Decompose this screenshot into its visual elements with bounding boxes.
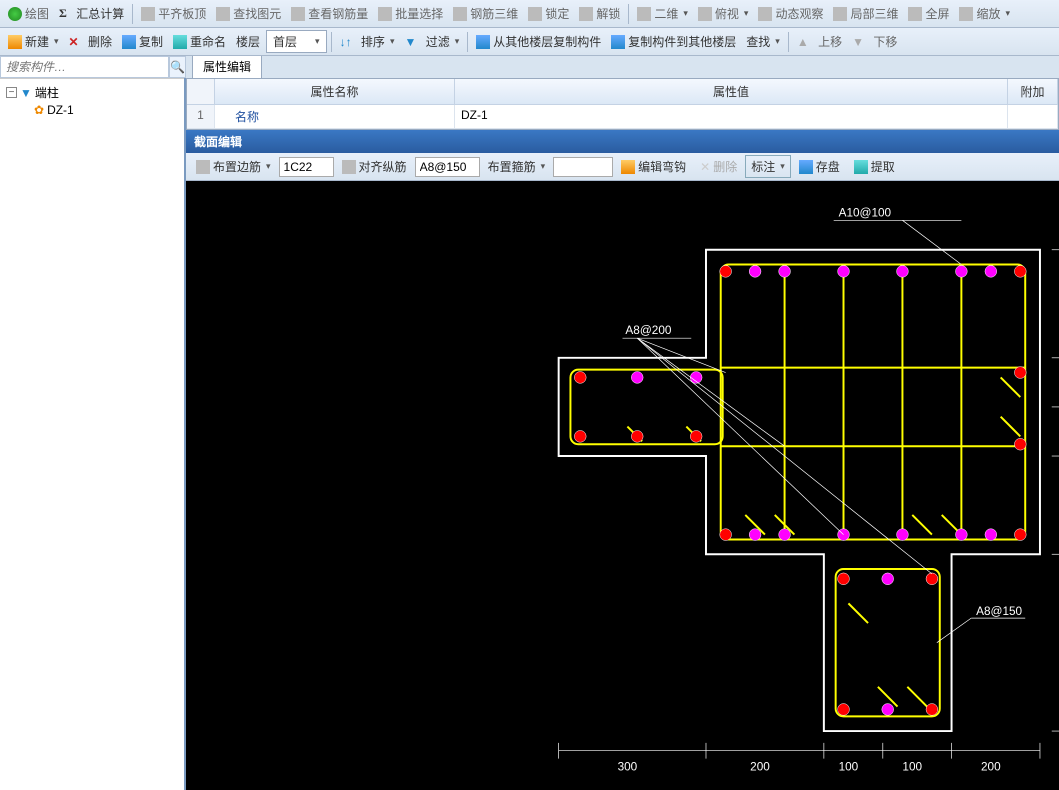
fullscreen-button[interactable]: 全屏 xyxy=(904,3,953,24)
property-tab-strip: 属性编辑 xyxy=(186,56,1059,78)
align-long-input[interactable] xyxy=(415,157,480,177)
hook-icon xyxy=(621,160,635,174)
svg-text:100: 100 xyxy=(902,760,922,773)
import-icon xyxy=(476,35,490,49)
align-icon xyxy=(141,7,155,21)
cube-icon xyxy=(453,7,467,21)
section-canvas[interactable]: A10@100 A8@200 A8@150 200 100 100 200 30… xyxy=(186,181,1059,790)
tree-item-dz1[interactable]: ✿ DZ-1 xyxy=(32,102,180,118)
svg-text:300: 300 xyxy=(618,760,638,773)
move-up-button[interactable]: ▲ 上移 xyxy=(793,31,846,52)
select-icon xyxy=(378,7,392,21)
view-rebar-button[interactable]: 查看钢筋量 xyxy=(287,3,372,24)
label-a8-200: A8@200 xyxy=(625,324,671,337)
stirrup-dropdown[interactable]: 布置箍筋▾ xyxy=(482,155,552,178)
2d-dropdown[interactable]: 二维▾ xyxy=(633,3,692,24)
align-long-button[interactable]: 对齐纵筋 xyxy=(336,155,413,178)
col-index xyxy=(187,79,215,104)
search-button[interactable]: 🔍 xyxy=(169,56,186,78)
batch-select-button[interactable]: 批量选择 xyxy=(374,3,447,24)
orbit-icon xyxy=(758,7,772,21)
persp-dropdown[interactable]: 俯视▾ xyxy=(694,3,753,24)
delete-button[interactable]: ✕ 删除 xyxy=(65,31,116,52)
local-3d-button[interactable]: 局部三维 xyxy=(829,3,902,24)
row-name: 名称 xyxy=(215,105,455,129)
label-a8-150: A8@150 xyxy=(976,605,1022,618)
floor-label: 楼层 xyxy=(232,31,264,52)
rebar-icon xyxy=(291,7,305,21)
zoom-dropdown[interactable]: 缩放▾ xyxy=(955,3,1014,24)
rename-icon xyxy=(173,35,187,49)
persp-icon xyxy=(698,7,712,21)
tree-item-label: DZ-1 xyxy=(47,103,74,117)
edge-rebar-dropdown[interactable]: 布置边筋▾ xyxy=(190,155,277,178)
tree-root-endcolumn[interactable]: − ▼ 端柱 xyxy=(4,83,180,102)
extract-icon xyxy=(854,160,868,174)
section-editor-title: 截面编辑 xyxy=(186,130,1059,153)
row-index: 1 xyxy=(187,105,215,129)
gear-icon: ✿ xyxy=(34,103,44,117)
draw-button[interactable]: 绘图 xyxy=(4,3,53,24)
lock-button[interactable]: 锁定 xyxy=(524,3,573,24)
disk-icon xyxy=(799,160,813,174)
copy-icon xyxy=(122,35,136,49)
save-button[interactable]: 存盘 xyxy=(793,155,846,178)
grid-icon xyxy=(196,160,210,174)
box-icon xyxy=(833,7,847,21)
copy-to-floor-button[interactable]: 复制构件到其他楼层 xyxy=(607,31,740,52)
filter-dropdown[interactable]: ▼ 过滤▾ xyxy=(400,31,463,52)
zoom-icon xyxy=(959,7,973,21)
row-value[interactable]: DZ-1 xyxy=(455,105,1008,129)
dyn-view-button[interactable]: 动态观察 xyxy=(754,3,827,24)
copy-button[interactable]: 复制 xyxy=(118,31,167,52)
extract-button[interactable]: 提取 xyxy=(848,155,901,178)
square-icon xyxy=(637,7,651,21)
col-value: 属性值 xyxy=(455,79,1008,104)
main-toolbar-2: 新建▾ ✕ 删除 复制 重命名 楼层 首层 ▾ ↓↑ 排序▾ ▼ 过滤▾ 从其他… xyxy=(0,28,1059,56)
annotate-dropdown[interactable]: 标注▾ xyxy=(745,155,791,178)
sort-dropdown[interactable]: ↓↑ 排序▾ xyxy=(336,31,399,52)
search-icon xyxy=(216,7,230,21)
copy-from-floor-button[interactable]: 从其他楼层复制构件 xyxy=(472,31,605,52)
svg-text:200: 200 xyxy=(981,760,1001,773)
row-extra xyxy=(1008,105,1058,129)
find-dropdown[interactable]: 查找▾ xyxy=(742,31,784,52)
unlock-icon xyxy=(579,7,593,21)
stirrup-input[interactable] xyxy=(553,157,613,177)
export-icon xyxy=(611,35,625,49)
pencil-icon xyxy=(8,7,22,21)
rename-button[interactable]: 重命名 xyxy=(169,31,230,52)
align-icon xyxy=(342,160,356,174)
move-down-button[interactable]: ▼ 下移 xyxy=(848,31,901,52)
label-a10-100: A10@100 xyxy=(839,206,892,219)
svg-text:100: 100 xyxy=(839,760,859,773)
new-icon xyxy=(8,35,22,49)
lock-icon xyxy=(528,7,542,21)
section-toolbar: 布置边筋▾ 对齐纵筋 布置箍筋▾ 编辑弯钩 ✕删除 标注▾ 存盘 提取 xyxy=(186,153,1059,181)
align-top-button[interactable]: 平齐板顶 xyxy=(137,3,210,24)
search-input[interactable] xyxy=(0,56,169,78)
component-tree-panel: 🔍 − ▼ 端柱 ✿ DZ-1 xyxy=(0,56,186,790)
collapse-icon[interactable]: − xyxy=(6,87,17,98)
first-floor-dropdown[interactable]: 首层 ▾ xyxy=(266,30,327,53)
sumcalc-button[interactable]: Σ 汇总计算 xyxy=(55,3,128,24)
edit-hook-button[interactable]: 编辑弯钩 xyxy=(615,155,692,178)
col-name: 属性名称 xyxy=(215,79,455,104)
col-extra: 附加 xyxy=(1008,79,1058,104)
property-grid: 属性名称 属性值 附加 1 名称 DZ-1 xyxy=(186,78,1059,130)
magnifier-icon: 🔍 xyxy=(170,60,185,74)
main-toolbar-1: 绘图 Σ 汇总计算 平齐板顶 查找图元 查看钢筋量 批量选择 钢筋三维 锁定 解… xyxy=(0,0,1059,28)
fullscreen-icon xyxy=(908,7,922,21)
delete-button[interactable]: ✕删除 xyxy=(694,155,743,178)
rebar-3d-button[interactable]: 钢筋三维 xyxy=(449,3,522,24)
edge-rebar-input[interactable] xyxy=(279,157,334,177)
svg-text:200: 200 xyxy=(750,760,770,773)
property-row[interactable]: 1 名称 DZ-1 xyxy=(187,105,1058,129)
filter-icon: ▼ xyxy=(20,86,32,100)
unlock-button[interactable]: 解锁 xyxy=(575,3,624,24)
tree-root-label: 端柱 xyxy=(35,84,59,101)
find-elem-button[interactable]: 查找图元 xyxy=(212,3,285,24)
new-dropdown[interactable]: 新建▾ xyxy=(4,31,63,52)
tab-property-edit[interactable]: 属性编辑 xyxy=(192,56,262,78)
